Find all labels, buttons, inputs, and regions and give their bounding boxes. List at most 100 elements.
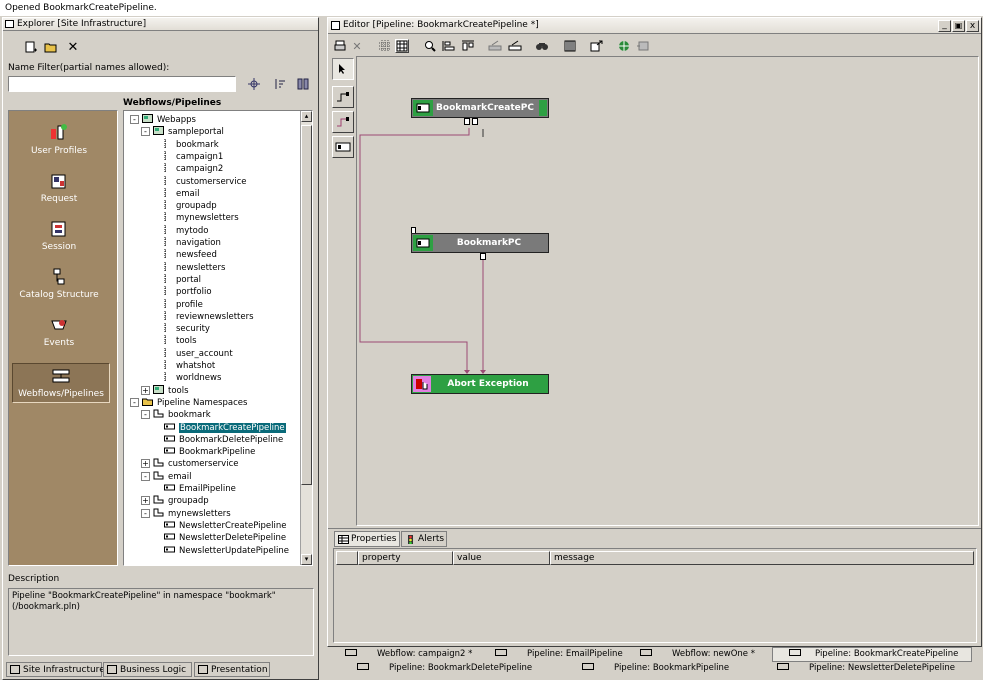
scroll-up-button[interactable]: ▴ — [301, 111, 312, 122]
nav-user-profiles[interactable]: User Profiles — [9, 123, 109, 169]
tree-node-webflow[interactable]: bookmark — [152, 138, 219, 151]
delete-icon[interactable]: ✕ — [66, 40, 80, 55]
tree-node-pipeline[interactable]: NewsletterCreatePipeline — [152, 520, 286, 532]
exception-connector-tool[interactable] — [332, 111, 354, 133]
doc-tab-pipeline-newsletter-delete[interactable]: Pipeline: NewsletterDeletePipeline — [777, 662, 955, 676]
name-filter-input[interactable] — [8, 76, 236, 92]
tree-node-mynewsletters[interactable]: - mynewsletters — [141, 508, 231, 520]
nav-events[interactable]: Events — [9, 315, 109, 361]
columns-icon[interactable] — [296, 77, 310, 91]
tree-node-webflow[interactable]: customerservice — [152, 175, 246, 188]
nav-webflows-pipelines[interactable]: Webflows/Pipelines — [12, 363, 110, 403]
tree-node-pipeline[interactable]: EmailPipeline — [152, 483, 236, 495]
tab-business-logic[interactable]: Business Logic — [103, 662, 192, 677]
cut-icon[interactable]: ✕ — [350, 39, 364, 53]
tree-node-webflow[interactable]: email — [152, 187, 199, 200]
tree-node-webflow[interactable]: tools — [152, 335, 197, 347]
collapse-toggle[interactable]: - — [130, 115, 139, 124]
connector-tool[interactable] — [332, 86, 354, 108]
column-header-value[interactable]: value — [453, 551, 550, 565]
tree-node-sampleportal[interactable]: - sampleportal — [141, 126, 224, 138]
nav-request[interactable]: Request — [9, 171, 109, 217]
tree-node-pipeline[interactable]: BookmarkCreatePipeline — [152, 422, 286, 434]
output-port[interactable] — [480, 253, 486, 260]
grid-icon[interactable] — [378, 39, 392, 53]
filter-options-icon[interactable] — [247, 77, 261, 91]
tab-presentation[interactable]: Presentation — [194, 662, 270, 677]
collapse-toggle[interactable]: - — [130, 397, 139, 407]
find-icon[interactable] — [535, 39, 549, 53]
tree-node-webflow[interactable]: groupadp — [152, 200, 217, 212]
tab-alerts[interactable]: Alerts — [401, 531, 447, 547]
tree-node-webflow[interactable]: campaign2 — [152, 163, 223, 175]
tree-node-webflow[interactable]: mytodo — [152, 224, 208, 237]
tree-node-customerservice[interactable]: + customerservice — [141, 458, 238, 470]
tree-node-tools[interactable]: + tools — [141, 384, 189, 397]
output-port[interactable] — [472, 118, 478, 125]
scroll-thumb[interactable] — [301, 125, 312, 485]
tree-node-webflow[interactable]: reviewnewsletters — [152, 310, 254, 323]
tree-node-webapps[interactable]: - Webapps — [130, 114, 196, 126]
hide-icon[interactable] — [488, 39, 502, 53]
tree-node-webflow[interactable]: user_account — [152, 347, 233, 360]
splitter[interactable] — [328, 526, 981, 529]
tree-node-webflow[interactable]: newsletters — [152, 261, 225, 274]
collapse-toggle[interactable]: - — [141, 508, 150, 518]
node-bookmark-create-pc[interactable]: BookmarkCreatePC — [411, 98, 549, 125]
tree-node-webflow[interactable]: mynewsletters — [152, 212, 239, 224]
tab-site-infrastructure[interactable]: Site Infrastructure — [6, 662, 105, 677]
tree-node-webflow[interactable]: portal — [152, 273, 201, 286]
tree-node-pipeline-namespaces[interactable]: - Pipeline Namespaces — [130, 397, 247, 409]
doc-tab-pipeline-bookmark-create[interactable]: Pipeline: BookmarkCreatePipeline — [772, 647, 972, 662]
zoom-icon[interactable] — [423, 39, 437, 53]
maximize-button[interactable]: ▣ — [952, 20, 965, 32]
tab-properties[interactable]: Properties — [334, 531, 400, 547]
select-tool[interactable] — [332, 58, 354, 80]
node-abort-exception[interactable]: Abort Exception — [411, 374, 549, 394]
align-top-icon[interactable] — [461, 39, 475, 53]
run-icon[interactable] — [617, 39, 631, 53]
tree-node-bookmark[interactable]: - bookmark — [141, 409, 211, 421]
show-icon[interactable] — [508, 39, 522, 53]
expand-toggle[interactable]: + — [141, 459, 150, 469]
doc-tab-pipeline-bookmark-delete[interactable]: Pipeline: BookmarkDeletePipeline — [357, 662, 532, 676]
tree-scrollbar[interactable]: ▴ ▾ — [300, 111, 312, 565]
collapse-toggle[interactable]: - — [141, 127, 150, 137]
tree-node-pipeline[interactable]: NewsletterDeletePipeline — [152, 532, 286, 544]
tree-node-pipeline[interactable]: BookmarkPipeline — [152, 446, 255, 458]
expand-toggle[interactable]: + — [141, 385, 150, 395]
tree-node-pipeline[interactable]: BookmarkDeletePipeline — [152, 434, 283, 446]
tree-node-groupadp[interactable]: + groupadp — [141, 495, 209, 507]
tree-node-webflow[interactable]: security — [152, 323, 210, 335]
tree-node-pipeline[interactable]: NewsletterUpdatePipeline — [152, 545, 289, 557]
sort-icon[interactable] — [273, 77, 287, 91]
doc-tab-webflow-newone[interactable]: Webflow: newOne * — [640, 648, 755, 662]
pipeline-canvas[interactable]: BookmarkCreatePC BookmarkPC Abort Except… — [356, 56, 979, 526]
new-item-icon[interactable] — [23, 40, 37, 54]
column-header-message[interactable]: message — [550, 551, 974, 565]
stop-icon[interactable] — [636, 39, 650, 53]
collapse-toggle[interactable]: - — [141, 471, 150, 481]
tree-node-webflow[interactable]: portfolio — [152, 286, 212, 298]
align-left-icon[interactable] — [442, 39, 456, 53]
doc-tab-pipeline-email[interactable]: Pipeline: EmailPipeline — [495, 648, 623, 662]
snap-grid-icon[interactable] — [395, 39, 409, 53]
tree-node-webflow[interactable]: whatshot — [152, 360, 215, 372]
tree-node-webflow[interactable]: profile — [152, 298, 203, 311]
scroll-down-button[interactable]: ▾ — [301, 554, 312, 565]
export-icon[interactable] — [590, 39, 604, 53]
output-port[interactable] — [464, 118, 470, 125]
node-bookmark-pc[interactable]: BookmarkPC — [411, 233, 549, 260]
tree-node-webflow[interactable]: navigation — [152, 237, 221, 249]
library-icon[interactable] — [563, 39, 577, 53]
column-header-property[interactable]: property — [358, 551, 453, 565]
tree-node-email[interactable]: - email — [141, 471, 191, 483]
close-button[interactable]: x — [966, 20, 979, 32]
print-icon[interactable] — [333, 39, 347, 53]
nav-session[interactable]: Session — [9, 219, 109, 265]
doc-tab-webflow-campaign2[interactable]: Webflow: campaign2 * — [345, 648, 472, 662]
collapse-toggle[interactable]: - — [141, 410, 150, 420]
tree-node-webflow[interactable]: campaign1 — [152, 150, 223, 163]
nav-catalog-structure[interactable]: Catalog Structure — [9, 267, 109, 313]
expand-toggle[interactable]: + — [141, 496, 150, 506]
